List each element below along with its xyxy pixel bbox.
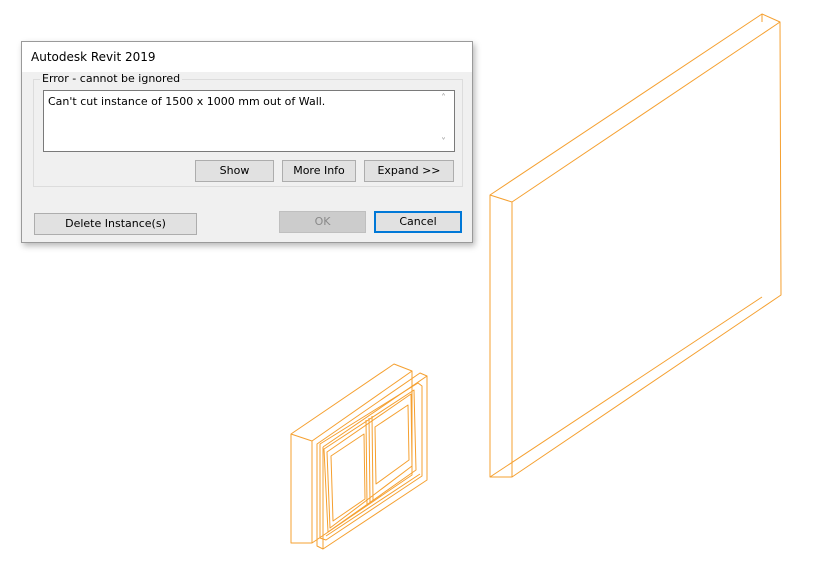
expand-button[interactable]: Expand >> (364, 160, 454, 182)
error-message-text: Can't cut instance of 1500 x 1000 mm out… (48, 95, 326, 108)
error-group-label: Error - cannot be ignored (40, 72, 183, 85)
more-info-button[interactable]: More Info (282, 160, 356, 182)
chevron-down-icon[interactable]: ˅ (441, 138, 446, 148)
wall-element[interactable] (489, 13, 782, 478)
ok-button[interactable]: OK (279, 211, 366, 233)
message-scrollbar[interactable]: ˄ ˅ (438, 91, 454, 151)
delete-instances-button[interactable]: Delete Instance(s) (34, 213, 197, 235)
cancel-button[interactable]: Cancel (374, 211, 462, 233)
window-instance[interactable] (290, 363, 428, 550)
error-message-box[interactable]: Can't cut instance of 1500 x 1000 mm out… (43, 90, 455, 152)
dialog-titlebar[interactable]: Autodesk Revit 2019 (22, 42, 472, 72)
show-button[interactable]: Show (195, 160, 274, 182)
chevron-up-icon[interactable]: ˄ (441, 94, 446, 104)
error-dialog: Autodesk Revit 2019 Error - cannot be ig… (21, 41, 473, 243)
dialog-title: Autodesk Revit 2019 (31, 50, 156, 64)
error-group: Error - cannot be ignored Can't cut inst… (33, 72, 463, 187)
